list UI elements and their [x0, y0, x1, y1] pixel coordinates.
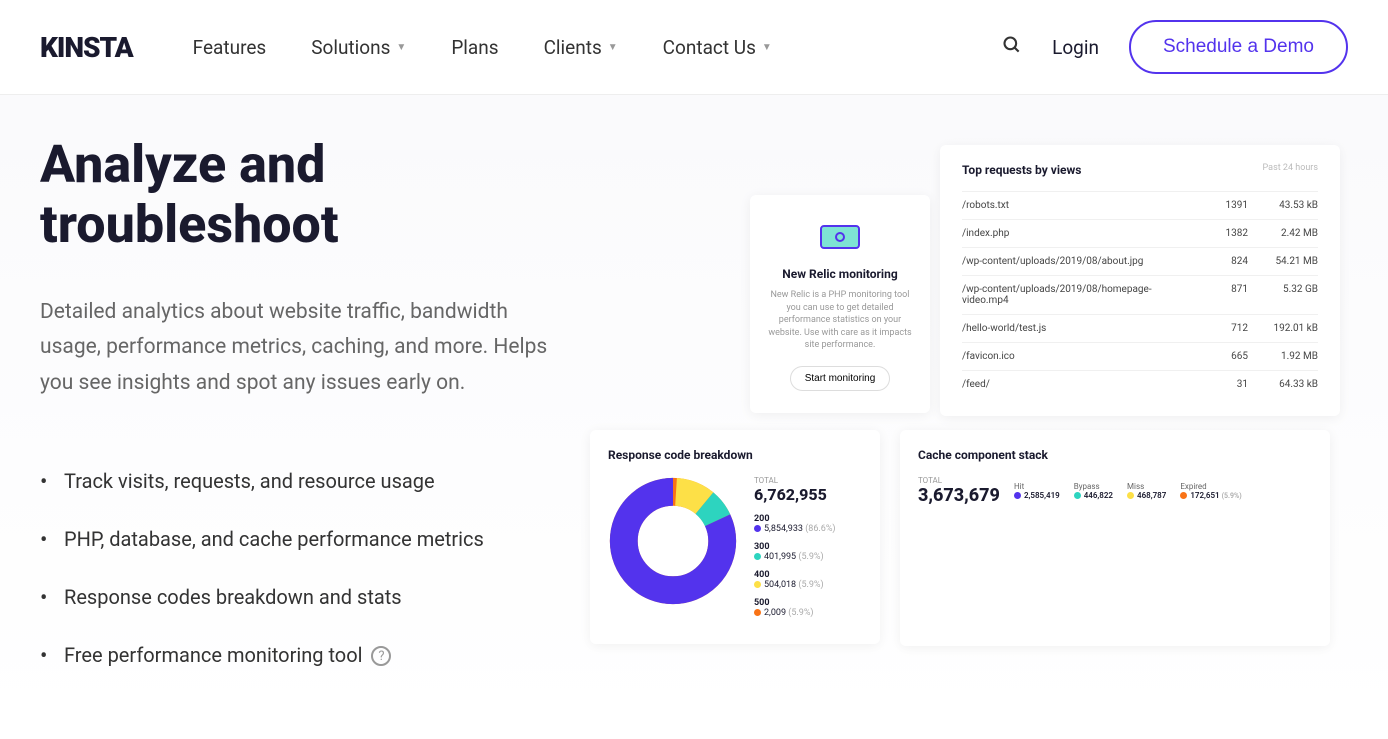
- table-row: /wp-content/uploads/2019/08/homepage-vid…: [962, 275, 1318, 314]
- legend-item: Miss468,787: [1127, 482, 1166, 500]
- newrelic-card: New Relic monitoring New Relic is a PHP …: [750, 195, 930, 413]
- response-stats: TOTAL 6,762,955 2005,854,933 (86.6%)3004…: [754, 476, 836, 626]
- main-nav: Features Solutions▼ Plans Clients▼ Conta…: [193, 36, 972, 59]
- table-row: /hello-world/test.js712192.01 kB: [962, 314, 1318, 342]
- cache-header: TOTAL 3,673,679 Hit2,585,419Bypass446,82…: [918, 476, 1312, 506]
- table-row: /favicon.ico6651.92 MB: [962, 342, 1318, 370]
- feature-list: Track visits, requests, and resource usa…: [40, 452, 560, 684]
- chevron-down-icon: ▼: [762, 42, 772, 53]
- total-value: 3,673,679: [918, 485, 1000, 506]
- page-title: Analyze and troubleshoot: [40, 135, 560, 255]
- legend-item: Expired172,651 (5.9%): [1180, 482, 1241, 500]
- table-row: /feed/3164.33 kB: [962, 370, 1318, 398]
- chevron-down-icon: ▼: [608, 42, 618, 53]
- list-item: Track visits, requests, and resource usa…: [40, 452, 560, 510]
- card-description: New Relic is a PHP monitoring tool you c…: [768, 289, 912, 352]
- stacked-bar-chart: [918, 518, 1312, 628]
- nav-features[interactable]: Features: [193, 36, 267, 59]
- table-row: /robots.txt139143.53 kB: [962, 191, 1318, 219]
- cache-stack-card: Cache component stack TOTAL 3,673,679 Hi…: [900, 430, 1330, 646]
- legend-item: Hit2,585,419: [1014, 482, 1060, 500]
- eye-icon: [820, 225, 860, 249]
- dashboard-preview: New Relic monitoring New Relic is a PHP …: [580, 135, 1348, 684]
- chart-legend: Hit2,585,419 Bypass446,822 Miss468,787 Expi…: [1014, 476, 1242, 500]
- search-icon[interactable]: [1002, 35, 1022, 59]
- nav-clients[interactable]: Clients▼: [544, 36, 618, 59]
- legend-item: Bypass446,822: [1074, 482, 1113, 500]
- stat-item: 400504,018 (5.9%): [754, 570, 836, 590]
- list-item: PHP, database, and cache performance met…: [40, 510, 560, 568]
- help-icon[interactable]: ?: [371, 646, 391, 666]
- logo[interactable]: KINSTA: [40, 31, 133, 64]
- nav-contact[interactable]: Contact Us▼: [663, 36, 772, 59]
- time-range: Past 24 hours: [1263, 163, 1318, 177]
- total-value: 6,762,955: [754, 485, 836, 504]
- card-header: Top requests by views Past 24 hours: [962, 163, 1318, 177]
- stat-item: 300401,995 (5.9%): [754, 542, 836, 562]
- main-content: Analyze and troubleshoot Detailed analyt…: [0, 95, 1388, 724]
- response-code-card: Response code breakdown TOTAL 6,762,955 …: [590, 430, 880, 644]
- hero-description: Detailed analytics about website traffic…: [40, 295, 560, 402]
- card-title: Response code breakdown: [608, 448, 862, 462]
- stat-item: 2005,854,933 (86.6%): [754, 514, 836, 534]
- header-actions: Login Schedule a Demo: [1002, 20, 1348, 74]
- login-link[interactable]: Login: [1052, 36, 1099, 59]
- card-title: New Relic monitoring: [768, 267, 912, 281]
- nav-plans[interactable]: Plans: [451, 36, 498, 59]
- donut-chart: [608, 476, 738, 606]
- nav-solutions[interactable]: Solutions▼: [311, 36, 406, 59]
- table-row: /index.php13822.42 MB: [962, 219, 1318, 247]
- schedule-demo-button[interactable]: Schedule a Demo: [1129, 20, 1348, 74]
- stat-item: 5002,009 (5.9%): [754, 598, 836, 618]
- list-item: Free performance monitoring tool ?: [40, 626, 560, 684]
- header: KINSTA Features Solutions▼ Plans Clients…: [0, 0, 1388, 95]
- card-title: Top requests by views: [962, 163, 1081, 177]
- list-item: Response codes breakdown and stats: [40, 568, 560, 626]
- hero-text: Analyze and troubleshoot Detailed analyt…: [40, 135, 560, 684]
- table-row: /wp-content/uploads/2019/08/about.jpg824…: [962, 247, 1318, 275]
- top-requests-card: Top requests by views Past 24 hours /rob…: [940, 145, 1340, 416]
- start-monitoring-button[interactable]: Start monitoring: [790, 366, 891, 391]
- card-title: Cache component stack: [918, 448, 1312, 462]
- chevron-down-icon: ▼: [396, 42, 406, 53]
